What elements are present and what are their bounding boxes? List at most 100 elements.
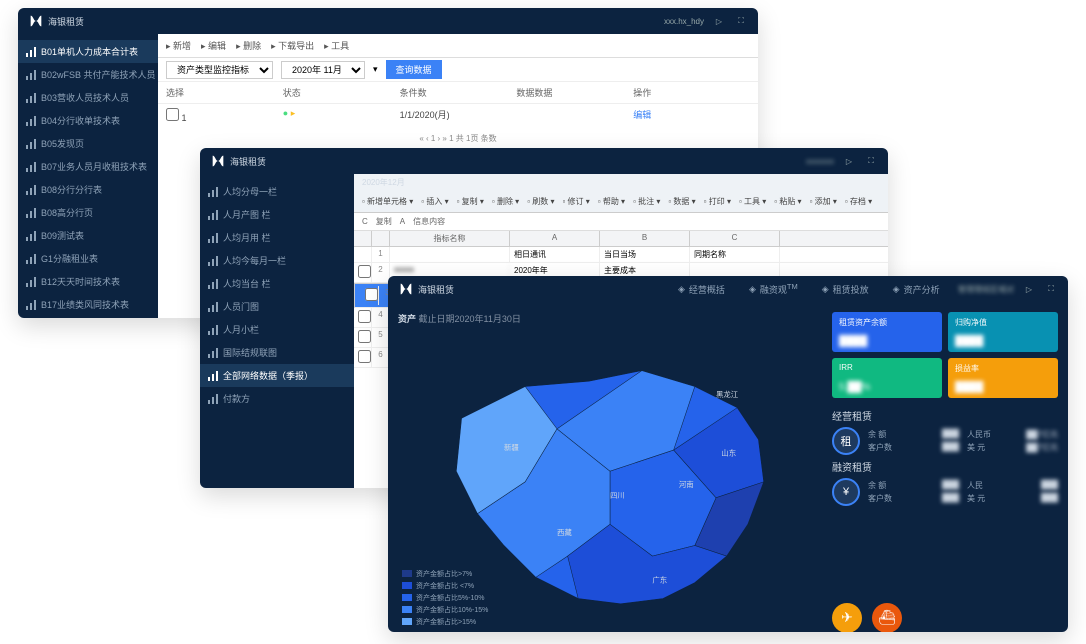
sidebar-item[interactable]: B05发现页 bbox=[18, 132, 158, 155]
nav-tab[interactable]: ◈资产分析 bbox=[893, 283, 940, 296]
kpi-card[interactable]: IRR5.██% bbox=[832, 358, 942, 398]
sidebar-item[interactable]: B08分行分行表 bbox=[18, 178, 158, 201]
nav-tab[interactable]: ◈租赁投放 bbox=[822, 283, 869, 296]
toolbar-item[interactable]: ▫ 修订 ▾ bbox=[560, 196, 591, 207]
mgr-label[interactable]: 管理理组区域对 bbox=[958, 284, 1014, 295]
sidebar-item[interactable]: B12天天时间技术表 bbox=[18, 270, 158, 293]
page-title: 资产 截止日期2020年11月30日 bbox=[398, 312, 822, 325]
svg-text:四川: 四川 bbox=[610, 491, 625, 500]
category-icon[interactable]: ✈ bbox=[832, 603, 862, 632]
row-checkbox[interactable] bbox=[358, 310, 371, 323]
toolbar-item[interactable]: ▫ 批注 ▾ bbox=[631, 196, 662, 207]
toolbar-item[interactable]: ▫ 新增单元格 ▾ bbox=[360, 196, 415, 207]
dashboard-body: 资产 截止日期2020年11月30日 新疆 西藏 四川 河南 山东 bbox=[388, 302, 1068, 632]
section-icon: 租 bbox=[832, 427, 860, 455]
toolbar-item[interactable]: ▫ 删除 ▾ bbox=[490, 196, 521, 207]
kpi-card[interactable]: 归购净值████ bbox=[948, 312, 1058, 352]
sidebar-item[interactable]: 人均分母一栏 bbox=[200, 180, 354, 203]
toolbar-item[interactable]: ▸ 新增 bbox=[166, 39, 191, 52]
chart-icon bbox=[208, 233, 218, 243]
screen-icon[interactable]: ⛶ bbox=[864, 154, 878, 168]
toolbar-item[interactable]: ▸ 删除 bbox=[236, 39, 261, 52]
sidebar-item[interactable]: B17业绩类风同技术表 bbox=[18, 293, 158, 316]
sidebar-item[interactable]: 付款方 bbox=[200, 387, 354, 410]
user-label[interactable]: xxxxxxx bbox=[806, 157, 834, 166]
header: 海银租赁 xxxxxxx ▷ ⛶ bbox=[200, 148, 888, 174]
toolbar-item[interactable]: ▫ 数据 ▾ bbox=[666, 196, 697, 207]
kpi-card[interactable]: 损益率████ bbox=[948, 358, 1058, 398]
pager[interactable]: « ‹ 1 › » 1 共 1页 条数 bbox=[158, 127, 758, 150]
col-header: 操作 bbox=[633, 86, 750, 99]
sidebar-item[interactable]: 人均当台 栏 bbox=[200, 272, 354, 295]
row-checkbox[interactable] bbox=[358, 265, 371, 278]
sidebar-item[interactable]: B09测试表 bbox=[18, 224, 158, 247]
sidebar-item[interactable]: 人月小栏 bbox=[200, 318, 354, 341]
brand-name: 海银租赁 bbox=[48, 15, 84, 28]
ribbon-item[interactable]: 信息内容 bbox=[413, 216, 445, 227]
svg-text:黑龙江: 黑龙江 bbox=[716, 389, 739, 399]
user-label[interactable]: xxx.hx_hdy bbox=[664, 17, 704, 26]
chart-icon bbox=[26, 47, 36, 57]
sidebar-item[interactable]: 人均今每月一栏 bbox=[200, 249, 354, 272]
kpi-card[interactable]: 租赁资产余额████ bbox=[832, 312, 942, 352]
legend-item: 资产金额占比 <7% bbox=[402, 581, 488, 591]
toolbar-item[interactable]: ▸ 编辑 bbox=[201, 39, 226, 52]
nav-tab[interactable]: ◈融资观TM bbox=[749, 282, 798, 296]
kpi-cards: 租赁资产余额████归购净值████IRR5.██%损益率████ bbox=[832, 312, 1058, 398]
sidebar-item[interactable]: B02wFSB 共付产能技术人员 bbox=[18, 63, 158, 86]
toolbar-item[interactable]: ▸ 工具 bbox=[324, 39, 349, 52]
toolbar-item[interactable]: ▫ 刷数 ▾ bbox=[525, 196, 556, 207]
toolbar-item[interactable]: ▫ 工具 ▾ bbox=[737, 196, 768, 207]
play-icon[interactable]: ▷ bbox=[712, 14, 726, 28]
query-button[interactable]: 查询数据 bbox=[386, 60, 442, 79]
svg-text:广东: 广东 bbox=[652, 575, 667, 585]
status-dot-green: ● bbox=[283, 108, 288, 118]
toolbar-item[interactable]: ▫ 插入 ▾ bbox=[419, 196, 450, 207]
sidebar-item[interactable]: B03营收人员技术人员 bbox=[18, 86, 158, 109]
toolbar-item[interactable]: ▸ 下载导出 bbox=[271, 39, 314, 52]
ribbon-item[interactable]: A bbox=[400, 217, 405, 226]
metric-section: 融资租赁¥余 额███客户数███人民███美 元███ bbox=[832, 459, 1058, 506]
chart-icon bbox=[208, 348, 218, 358]
date-chevron-icon[interactable]: ▾ bbox=[373, 64, 378, 75]
toolbar-item[interactable]: ▫ 复制 ▾ bbox=[455, 196, 486, 207]
toolbar-item[interactable]: ▫ 帮助 ▾ bbox=[596, 196, 627, 207]
edit-link[interactable]: 编辑 bbox=[633, 108, 750, 123]
sheet-row[interactable]: 1 相日通讯当日当场同期名称 bbox=[354, 247, 888, 263]
row-checkbox[interactable] bbox=[365, 288, 378, 301]
sidebar-item[interactable]: 人员门图 bbox=[200, 295, 354, 318]
sidebar-item[interactable]: B07业务人员月收租技术表 bbox=[18, 155, 158, 178]
header: 海银租赁 ◈经营概括◈融资观TM◈租赁投放◈资产分析 管理理组区域对 ▷ ⛶ bbox=[388, 276, 1068, 302]
ribbon-item[interactable]: C bbox=[362, 217, 368, 226]
sidebar-item[interactable]: G1分融租业表 bbox=[18, 247, 158, 270]
ribbon-item[interactable]: 复制 bbox=[376, 216, 392, 227]
row-checkbox[interactable] bbox=[358, 330, 371, 343]
row-checkbox[interactable] bbox=[358, 350, 371, 363]
sidebar-item[interactable]: B04分行收单技术表 bbox=[18, 109, 158, 132]
cell-date: 1/1/2020(月) bbox=[400, 108, 517, 123]
sidebar-item[interactable]: 人均月用 栏 bbox=[200, 226, 354, 249]
toolbar-item[interactable]: ▫ 粘贴 ▾ bbox=[772, 196, 803, 207]
sidebar-item[interactable]: B01单机人力成本合计表 bbox=[18, 40, 158, 63]
svg-text:山东: 山东 bbox=[721, 447, 736, 457]
sidebar-item[interactable]: 全部网络数据（季报） bbox=[200, 364, 354, 387]
toolbar-item[interactable]: ▫ 添加 ▾ bbox=[808, 196, 839, 207]
toolbar-item[interactable]: ▫ 打印 ▾ bbox=[702, 196, 733, 207]
row-checkbox[interactable] bbox=[166, 108, 179, 121]
chart-icon bbox=[208, 210, 218, 220]
table-row[interactable]: 1 ● ▸ 1/1/2020(月) 编辑 bbox=[158, 104, 758, 127]
play-icon[interactable]: ▷ bbox=[842, 154, 856, 168]
toolbar-item[interactable]: ▫ 存档 ▾ bbox=[843, 196, 874, 207]
china-map[interactable]: 新疆 西藏 四川 河南 山东 广东 黑龙江 资产金额占比>7%资产金额占比 <7… bbox=[398, 331, 822, 632]
sidebar-item[interactable]: B08高分行页 bbox=[18, 201, 158, 224]
screen-icon[interactable]: ⛶ bbox=[1044, 282, 1058, 296]
bottom-icon-row: ✈⛴ bbox=[832, 603, 1058, 632]
filter-type-select[interactable]: 资产类型监控指标 bbox=[166, 61, 273, 79]
play-icon[interactable]: ▷ bbox=[1022, 282, 1036, 296]
sidebar-item[interactable]: 人月产图 栏 bbox=[200, 203, 354, 226]
nav-tab[interactable]: ◈经营概括 bbox=[678, 283, 725, 296]
filter-date-select[interactable]: 2020年 11月 bbox=[281, 61, 365, 79]
sidebar-item[interactable]: 国际结规联图 bbox=[200, 341, 354, 364]
screen-icon[interactable]: ⛶ bbox=[734, 14, 748, 28]
category-icon[interactable]: ⛴ bbox=[872, 603, 902, 632]
